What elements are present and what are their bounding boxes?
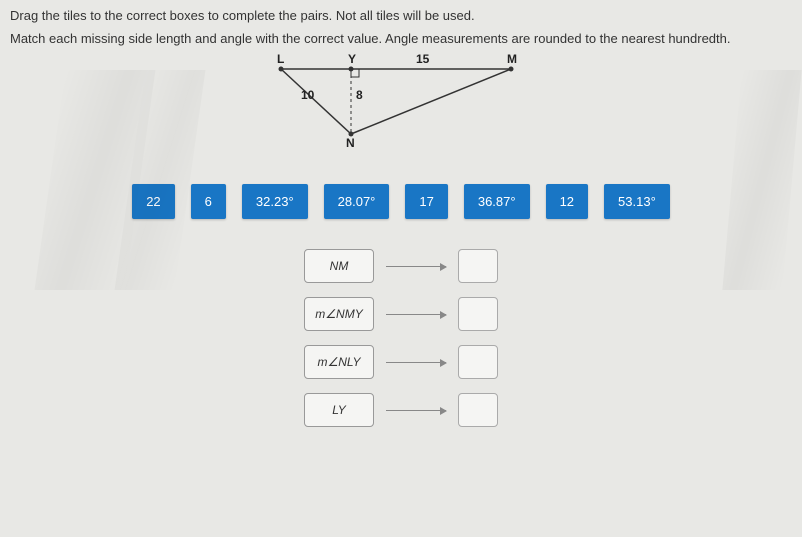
pairs-area: NM m∠NMY m∠NLY LY [0,249,802,427]
arrow-icon [386,362,446,363]
arrow-icon [386,266,446,267]
tile-6[interactable]: 6 [191,184,226,219]
instructions-text: Drag the tiles to the correct boxes to c… [0,0,802,27]
drop-box-ly[interactable] [458,393,498,427]
pair-row-ly: LY [304,393,498,427]
arrow-icon [386,410,446,411]
label-box-nm: NM [304,249,374,283]
label-L: L [277,52,284,66]
drop-box-nmy[interactable] [458,297,498,331]
label-M: M [507,52,517,66]
diagram-svg [251,54,551,154]
label-box-ly: LY [304,393,374,427]
pair-row-nly: m∠NLY [304,345,498,379]
tile-22[interactable]: 22 [132,184,174,219]
label-10: 10 [301,88,314,102]
tile-12[interactable]: 12 [546,184,588,219]
arrow-icon [386,314,446,315]
label-Y: Y [348,52,356,66]
pair-row-nm: NM [304,249,498,283]
pair-row-nmy: m∠NMY [304,297,498,331]
tile-17[interactable]: 17 [405,184,447,219]
tiles-row: 22 6 32.23° 28.07° 17 36.87° 12 53.13° [0,184,802,219]
tile-36-87[interactable]: 36.87° [464,184,530,219]
drop-box-nm[interactable] [458,249,498,283]
tile-53-13[interactable]: 53.13° [604,184,670,219]
label-8: 8 [356,88,363,102]
label-15: 15 [416,52,429,66]
triangle-diagram: L Y M N 10 8 15 [251,54,551,154]
label-box-nly: m∠NLY [304,345,374,379]
drop-box-nly[interactable] [458,345,498,379]
label-box-nmy: m∠NMY [304,297,374,331]
subinstructions-text: Match each missing side length and angle… [0,27,802,54]
tile-32-23[interactable]: 32.23° [242,184,308,219]
label-N: N [346,136,355,150]
tile-28-07[interactable]: 28.07° [324,184,390,219]
